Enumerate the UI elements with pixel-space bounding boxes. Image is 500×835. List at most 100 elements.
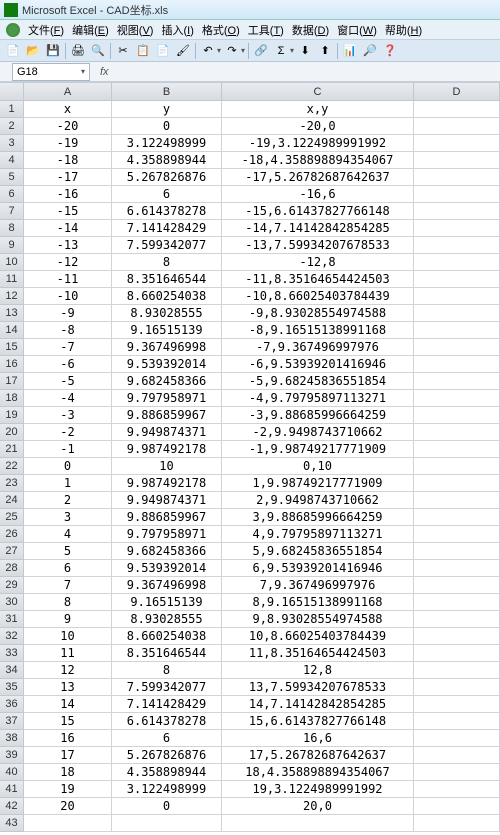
cell[interactable]: -8 — [24, 322, 112, 339]
row-header[interactable]: 1 — [0, 101, 24, 118]
col-header-B[interactable]: B — [112, 83, 222, 101]
cell[interactable]: -20 — [24, 118, 112, 135]
row-header[interactable]: 42 — [0, 798, 24, 815]
sum-icon[interactable]: Σ — [272, 42, 290, 60]
cell[interactable]: 11 — [24, 645, 112, 662]
cell[interactable]: 13,7.59934207678533 — [222, 679, 414, 696]
cell[interactable]: 20,0 — [222, 798, 414, 815]
cell[interactable] — [414, 560, 500, 577]
cell[interactable]: 8.351646544 — [112, 645, 222, 662]
cell[interactable] — [414, 798, 500, 815]
cell[interactable] — [414, 628, 500, 645]
cell[interactable]: -16 — [24, 186, 112, 203]
row-header[interactable]: 16 — [0, 356, 24, 373]
cell[interactable]: -12 — [24, 254, 112, 271]
cell[interactable]: 4 — [24, 526, 112, 543]
cell[interactable] — [414, 475, 500, 492]
new-icon[interactable]: 📄 — [4, 42, 22, 60]
cell[interactable] — [414, 526, 500, 543]
cell[interactable]: 9.987492178 — [112, 475, 222, 492]
print-icon[interactable]: 🖨 — [69, 42, 87, 60]
row-header[interactable]: 17 — [0, 373, 24, 390]
row-header[interactable]: 38 — [0, 730, 24, 747]
cell[interactable]: 9 — [24, 611, 112, 628]
cell[interactable] — [414, 543, 500, 560]
cell[interactable]: 9.367496998 — [112, 339, 222, 356]
cell[interactable]: -1,9.98749217771909 — [222, 441, 414, 458]
row-header[interactable]: 33 — [0, 645, 24, 662]
cell[interactable]: 17 — [24, 747, 112, 764]
cell[interactable]: 3 — [24, 509, 112, 526]
row-header[interactable]: 7 — [0, 203, 24, 220]
cell[interactable] — [414, 781, 500, 798]
row-header[interactable]: 28 — [0, 560, 24, 577]
cell[interactable]: 9.16515139 — [112, 594, 222, 611]
cell[interactable]: -5 — [24, 373, 112, 390]
row-header[interactable]: 23 — [0, 475, 24, 492]
menu-t[interactable]: 工具(T) — [244, 20, 288, 40]
cell[interactable]: -17,5.26782687642637 — [222, 169, 414, 186]
row-header[interactable]: 11 — [0, 271, 24, 288]
cell[interactable]: -10,8.66025403784439 — [222, 288, 414, 305]
cell[interactable] — [414, 441, 500, 458]
menu-h[interactable]: 帮助(H) — [381, 20, 426, 40]
name-box[interactable]: G18 ▾ — [12, 63, 90, 81]
row-header[interactable]: 19 — [0, 407, 24, 424]
cell[interactable]: 9.367496998 — [112, 577, 222, 594]
cell[interactable]: -4,9.79795897113271 — [222, 390, 414, 407]
row-header[interactable]: 22 — [0, 458, 24, 475]
cell[interactable]: -9,8.93028554974588 — [222, 305, 414, 322]
cell[interactable]: 11,8.35164654424503 — [222, 645, 414, 662]
cell[interactable]: 9.987492178 — [112, 441, 222, 458]
menu-e[interactable]: 编辑(E) — [68, 20, 113, 40]
cell[interactable] — [414, 237, 500, 254]
cell[interactable]: -10 — [24, 288, 112, 305]
formula-input[interactable] — [113, 63, 500, 81]
cell[interactable]: 16 — [24, 730, 112, 747]
cell[interactable]: -20,0 — [222, 118, 414, 135]
row-header[interactable]: 2 — [0, 118, 24, 135]
paste-icon[interactable]: 📄 — [154, 42, 172, 60]
sort-asc-icon[interactable]: ⬇ — [296, 42, 314, 60]
row-header[interactable]: 21 — [0, 441, 24, 458]
cell[interactable]: 15 — [24, 713, 112, 730]
cell[interactable]: x — [24, 101, 112, 118]
cell[interactable]: 8.93028555 — [112, 611, 222, 628]
save-icon[interactable]: 💾 — [44, 42, 62, 60]
cell[interactable]: 9.682458366 — [112, 543, 222, 560]
row-header[interactable]: 27 — [0, 543, 24, 560]
redo-icon[interactable]: ↷ — [223, 42, 241, 60]
cell[interactable]: 10 — [24, 628, 112, 645]
cell[interactable]: -11 — [24, 271, 112, 288]
cell[interactable]: 9.797958971 — [112, 526, 222, 543]
row-header[interactable]: 35 — [0, 679, 24, 696]
cell[interactable]: -14 — [24, 220, 112, 237]
row-header[interactable]: 36 — [0, 696, 24, 713]
row-header[interactable]: 6 — [0, 186, 24, 203]
cell[interactable] — [414, 118, 500, 135]
cell[interactable] — [24, 815, 112, 832]
row-header[interactable]: 8 — [0, 220, 24, 237]
row-header[interactable]: 13 — [0, 305, 24, 322]
row-header[interactable]: 20 — [0, 424, 24, 441]
row-header[interactable]: 9 — [0, 237, 24, 254]
cell[interactable]: -11,8.35164654424503 — [222, 271, 414, 288]
cell[interactable] — [414, 407, 500, 424]
cell[interactable]: -16,6 — [222, 186, 414, 203]
cell[interactable]: x,y — [222, 101, 414, 118]
cell[interactable] — [414, 747, 500, 764]
row-header[interactable]: 34 — [0, 662, 24, 679]
row-header[interactable]: 30 — [0, 594, 24, 611]
open-icon[interactable]: 📂 — [24, 42, 42, 60]
cell[interactable] — [414, 730, 500, 747]
cell[interactable] — [414, 713, 500, 730]
col-header-C[interactable]: C — [222, 83, 414, 101]
cell[interactable]: 7 — [24, 577, 112, 594]
cell[interactable]: 19,3.1224989991992 — [222, 781, 414, 798]
row-header[interactable]: 25 — [0, 509, 24, 526]
cell[interactable] — [414, 611, 500, 628]
chart-icon[interactable]: 📊 — [341, 42, 359, 60]
cell[interactable]: 5.267826876 — [112, 169, 222, 186]
row-header[interactable]: 40 — [0, 764, 24, 781]
cell[interactable]: -5,9.68245836551854 — [222, 373, 414, 390]
